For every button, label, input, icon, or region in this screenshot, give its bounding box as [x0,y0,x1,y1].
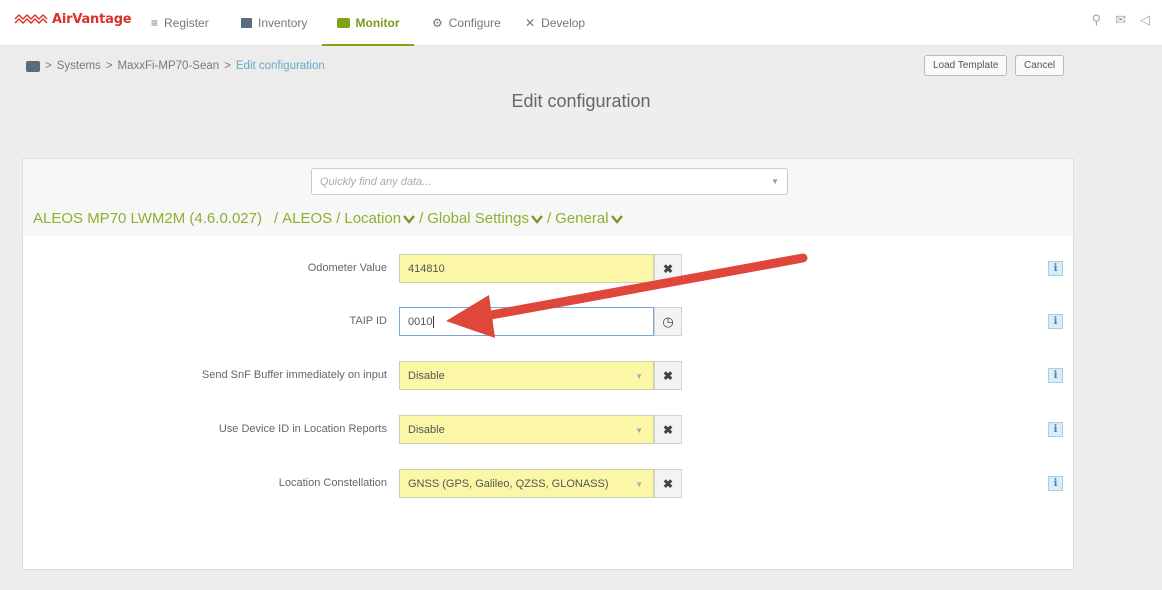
top-right-icons: ⚲ ✉ ◁ [1092,12,1150,28]
breadcrumb-systems[interactable]: Systems [57,60,101,72]
breadcrumb-current: Edit configuration [235,60,325,72]
config-path: ALEOS MP70 LWM2M (4.6.0.027) / ALEOS / L… [33,210,623,227]
close-icon: ✖ [662,368,674,383]
chevron-down-icon: ▼ [635,480,643,489]
field-value: 414810 [408,263,445,275]
breadcrumb-system-name[interactable]: MaxxFi-MP70-Sean [118,60,220,72]
chevron-down-icon: ▼ [635,426,643,435]
home-icon[interactable] [26,60,40,72]
clear-button[interactable]: ✖ [654,254,682,283]
odometer-row: Odometer Value 414810 ✖ i [23,254,1073,284]
nav-inventory[interactable]: Inventory [241,0,307,46]
clock-icon: ◷ [662,313,674,329]
constellation-row: Location Constellation GNSS (GPS, Galile… [23,469,1073,499]
info-icon[interactable]: i [1048,476,1063,491]
nav-monitor-label: Monitor [355,16,400,30]
search-input[interactable]: Quickly find any data... ▼ [311,168,788,195]
info-icon[interactable]: i [1048,422,1063,437]
chevron-down-icon: ▼ [771,177,779,186]
field-value: Disable [408,370,445,382]
path-separator: / [336,210,341,227]
field-label: TAIP ID [349,315,388,327]
app-logo[interactable]: AirVantage [14,10,132,28]
register-icon: ≡ [151,16,159,30]
field-value: GNSS (GPS, Galileo, QZSS, GLONASS) [408,478,609,490]
device-id-select[interactable]: Disable ▼ [399,415,654,444]
path-segment-location[interactable]: Location [344,210,401,227]
taip-id-input[interactable]: 0010 [399,307,654,336]
monitor-icon [336,18,350,28]
path-segment-global-settings[interactable]: Global Settings [427,210,529,227]
mail-icon[interactable]: ✉ [1115,12,1126,28]
nav-configure[interactable]: ⚙ Configure [432,0,501,46]
path-root[interactable]: ALEOS MP70 LWM2M (4.6.0.027) [33,210,262,227]
chevron-down-icon: ▼ [635,372,643,381]
odometer-value-input[interactable]: 414810 [399,254,654,283]
chevron-down-icon[interactable] [403,214,415,224]
page-title: Edit configuration [511,91,651,111]
configuration-panel: Quickly find any data... ▼ ALEOS MP70 LW… [22,158,1074,570]
nav-monitor[interactable]: Monitor [322,0,414,46]
airvantage-logo-icon [14,14,48,24]
breadcrumb: > Systems > MaxxFi-MP70-Sean > Edit conf… [26,60,325,72]
nav-inventory-label: Inventory [258,16,308,30]
field-label: Send SnF Buffer immediately on input [201,369,387,381]
path-segment-aleos[interactable]: ALEOS [282,210,332,227]
breadcrumb-separator: > [224,60,231,72]
close-icon: ✖ [662,261,674,276]
clear-button[interactable]: ✖ [654,415,682,444]
snf-buffer-row: Send SnF Buffer immediately on input Dis… [23,361,1073,391]
field-label: Odometer Value [307,262,387,274]
search-icon[interactable]: ⚲ [1092,12,1102,28]
clear-button[interactable]: ✖ [654,361,682,390]
search-placeholder: Quickly find any data... [320,176,432,188]
snf-buffer-select[interactable]: Disable ▼ [399,361,654,390]
text-cursor [433,316,435,328]
device-id-row: Use Device ID in Location Reports Disabl… [23,415,1073,445]
path-separator: / [546,210,552,227]
info-icon[interactable]: i [1048,368,1063,383]
breadcrumb-separator: > [45,60,52,72]
tools-icon: ✕ [525,16,536,30]
info-icon[interactable]: i [1048,261,1063,276]
path-separator: / [419,210,424,227]
path-separator: / [273,210,279,227]
megaphone-icon[interactable]: ◁ [1140,12,1150,28]
top-navigation: AirVantage ≡ Register Inventory Monitor … [0,0,1162,46]
nav-develop-label: Develop [541,16,586,30]
clear-button[interactable]: ✖ [654,469,682,498]
panel-header: Quickly find any data... ▼ ALEOS MP70 LW… [23,159,1073,236]
app-name: AirVantage [52,11,132,27]
close-icon: ✖ [662,476,674,491]
history-button[interactable]: ◷ [654,307,682,336]
location-constellation-select[interactable]: GNSS (GPS, Galileo, QZSS, GLONASS) ▼ [399,469,654,498]
active-tab-indicator [322,44,414,46]
chevron-down-icon[interactable] [610,214,623,224]
taip-id-row: TAIP ID 0010 ◷ i [23,307,1073,337]
nav-configure-label: Configure [448,16,501,30]
field-value: Disable [408,424,445,436]
nav-develop[interactable]: ✕ Develop [525,0,585,46]
nav-register[interactable]: ≡ Register [151,0,209,46]
breadcrumb-separator: > [105,60,113,72]
close-icon: ✖ [662,422,674,437]
cancel-button[interactable]: Cancel [1015,55,1065,76]
path-segment-general[interactable]: General [555,210,608,227]
gear-icon: ⚙ [432,16,443,30]
inventory-icon [241,18,252,28]
field-label: Use Device ID in Location Reports [218,423,387,435]
info-icon[interactable]: i [1048,314,1063,329]
field-label: Location Constellation [278,477,387,489]
chevron-down-icon[interactable] [531,214,543,224]
field-value: 0010 [408,316,433,328]
load-template-button[interactable]: Load Template [924,55,1008,76]
nav-register-label: Register [164,16,209,30]
